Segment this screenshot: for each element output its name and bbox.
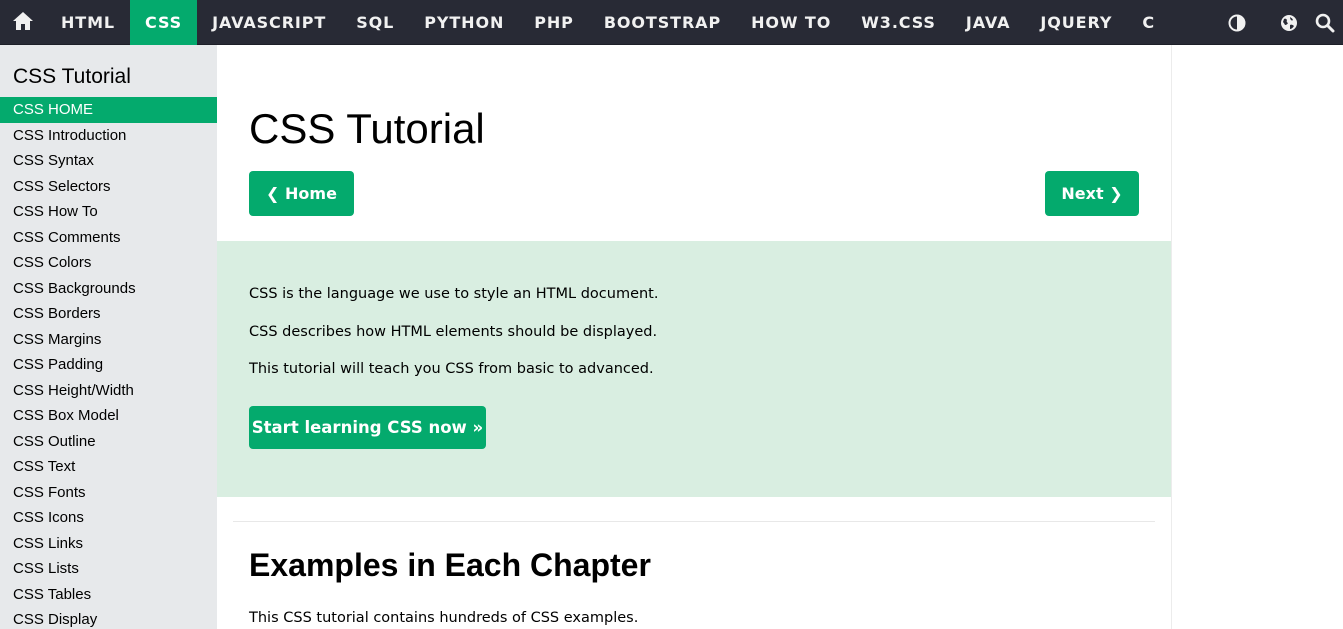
nav-item-php[interactable]: PHP: [519, 0, 589, 45]
home-icon: [12, 11, 34, 35]
nav-item-css[interactable]: CSS: [130, 0, 198, 45]
intro-text-line: This tutorial will teach you CSS from ba…: [249, 361, 654, 377]
nav-item-bootstrap[interactable]: BOOTSTRAP: [589, 0, 736, 45]
next-button[interactable]: Next ❯: [1045, 171, 1139, 216]
sidebar-item-css-home[interactable]: CSS HOME: [0, 97, 217, 123]
sidebar-item-css-lists[interactable]: CSS Lists: [0, 556, 217, 582]
right-rail: [1171, 45, 1343, 629]
sidebar-item-css-selectors[interactable]: CSS Selectors: [0, 174, 217, 200]
sidebar-item-css-links[interactable]: CSS Links: [0, 531, 217, 557]
home-button[interactable]: [0, 0, 46, 45]
previous-home-button[interactable]: ❮ Home: [249, 171, 354, 216]
sidebar-item-css-outline[interactable]: CSS Outline: [0, 429, 217, 455]
sidebar-item-css-icons[interactable]: CSS Icons: [0, 505, 217, 531]
nav-item-how-to[interactable]: HOW TO: [736, 0, 846, 45]
intro-panel: CSS is the language we use to style an H…: [217, 241, 1171, 497]
search-icon[interactable]: [1315, 0, 1343, 45]
main-content: CSS Tutorial ❮ Home Next ❯ CSS is the la…: [217, 45, 1171, 629]
sidebar-item-css-fonts[interactable]: CSS Fonts: [0, 480, 217, 506]
sidebar-item-css-tables[interactable]: CSS Tables: [0, 582, 217, 608]
intro-text-line: CSS is the language we use to style an H…: [249, 286, 659, 302]
nav-item-c[interactable]: C: [1127, 0, 1170, 45]
sidebar-item-css-colors[interactable]: CSS Colors: [0, 250, 217, 276]
sidebar-item-css-text[interactable]: CSS Text: [0, 454, 217, 480]
nav-item-python[interactable]: PYTHON: [409, 0, 519, 45]
sidebar-title: CSS Tutorial: [13, 65, 131, 88]
nav-item-sql[interactable]: SQL: [341, 0, 409, 45]
sidebar-item-css-syntax[interactable]: CSS Syntax: [0, 148, 217, 174]
top-navigation-bar: HTML CSS JAVASCRIPT SQL PYTHON PHP BOOTS…: [0, 0, 1343, 45]
sidebar-item-css-comments[interactable]: CSS Comments: [0, 225, 217, 251]
intro-text-line: CSS describes how HTML elements should b…: [249, 324, 658, 340]
contrast-icon[interactable]: [1211, 0, 1263, 45]
sidebar-item-css-display[interactable]: CSS Display: [0, 607, 217, 629]
nav-item-java[interactable]: JAVA: [951, 0, 1026, 45]
nav-item-jquery[interactable]: JQUERY: [1025, 0, 1127, 45]
nav-item-html[interactable]: HTML: [46, 0, 130, 45]
sidebar-item-css-height-width[interactable]: CSS Height/Width: [0, 378, 217, 404]
topnav-right-icons: [1211, 0, 1343, 45]
page-title: CSS Tutorial: [249, 105, 485, 152]
section-title: Examples in Each Chapter: [249, 547, 651, 583]
nav-item-w3css[interactable]: W3.CSS: [846, 0, 951, 45]
globe-icon[interactable]: [1263, 0, 1315, 45]
sidebar-item-css-backgrounds[interactable]: CSS Backgrounds: [0, 276, 217, 302]
sidebar-item-css-box-model[interactable]: CSS Box Model: [0, 403, 217, 429]
sidebar: CSS Tutorial CSS HOME CSS Introduction C…: [0, 45, 217, 629]
sidebar-item-css-borders[interactable]: CSS Borders: [0, 301, 217, 327]
sidebar-item-css-padding[interactable]: CSS Padding: [0, 352, 217, 378]
start-learning-button[interactable]: Start learning CSS now »: [249, 406, 486, 449]
section-divider: [233, 521, 1155, 522]
section-text: This CSS tutorial contains hundreds of C…: [249, 610, 639, 626]
sidebar-item-css-margins[interactable]: CSS Margins: [0, 327, 217, 353]
sidebar-item-css-how-to[interactable]: CSS How To: [0, 199, 217, 225]
nav-item-javascript[interactable]: JAVASCRIPT: [197, 0, 341, 45]
sidebar-item-css-introduction[interactable]: CSS Introduction: [0, 123, 217, 149]
